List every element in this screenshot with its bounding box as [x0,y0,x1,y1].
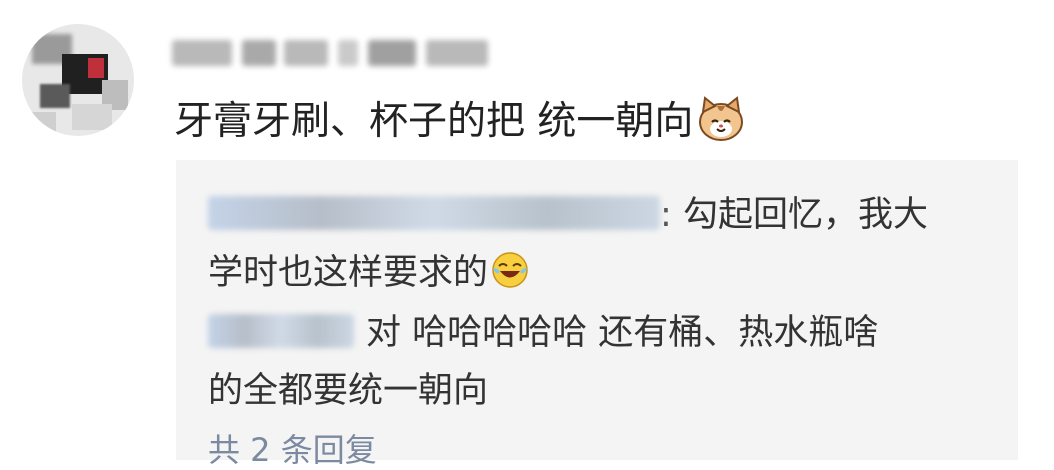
replies-box: : 勾起回忆，我大 学时也这样要求的 对 哈哈哈哈哈 还有桶、热水瓶啥 的全都要… [176,160,1018,469]
reply-text-cont: 学时也这样要求的 [208,253,489,293]
reply-username-blurred[interactable] [208,314,354,348]
reply-username-blurred[interactable] [208,196,660,230]
comment-text: 牙膏牙刷、杯子的把 统一朝向 [174,92,745,152]
reply-text-cont: 的全都要统一朝向 [208,371,489,411]
reply-text: 对 哈哈哈哈哈 还有桶、热水瓶啥 [366,313,879,353]
reply-text: 勾起回忆，我大 [682,195,928,235]
username-blurred[interactable] [172,34,492,72]
laughing-crying-icon [492,252,528,288]
more-replies-link[interactable]: 共 2 条回复 [208,430,377,470]
reply-item: : 勾起回忆，我大 学时也这样要求的 [208,186,968,302]
avatar[interactable] [22,24,134,136]
reply-separator: : [660,195,672,235]
reply-item: 对 哈哈哈哈哈 还有桶、热水瓶啥 的全都要统一朝向 [208,304,968,420]
comment-body: 牙膏牙刷、杯子的把 统一朝向 [174,99,694,144]
cat-face-emoji-icon [699,96,744,141]
